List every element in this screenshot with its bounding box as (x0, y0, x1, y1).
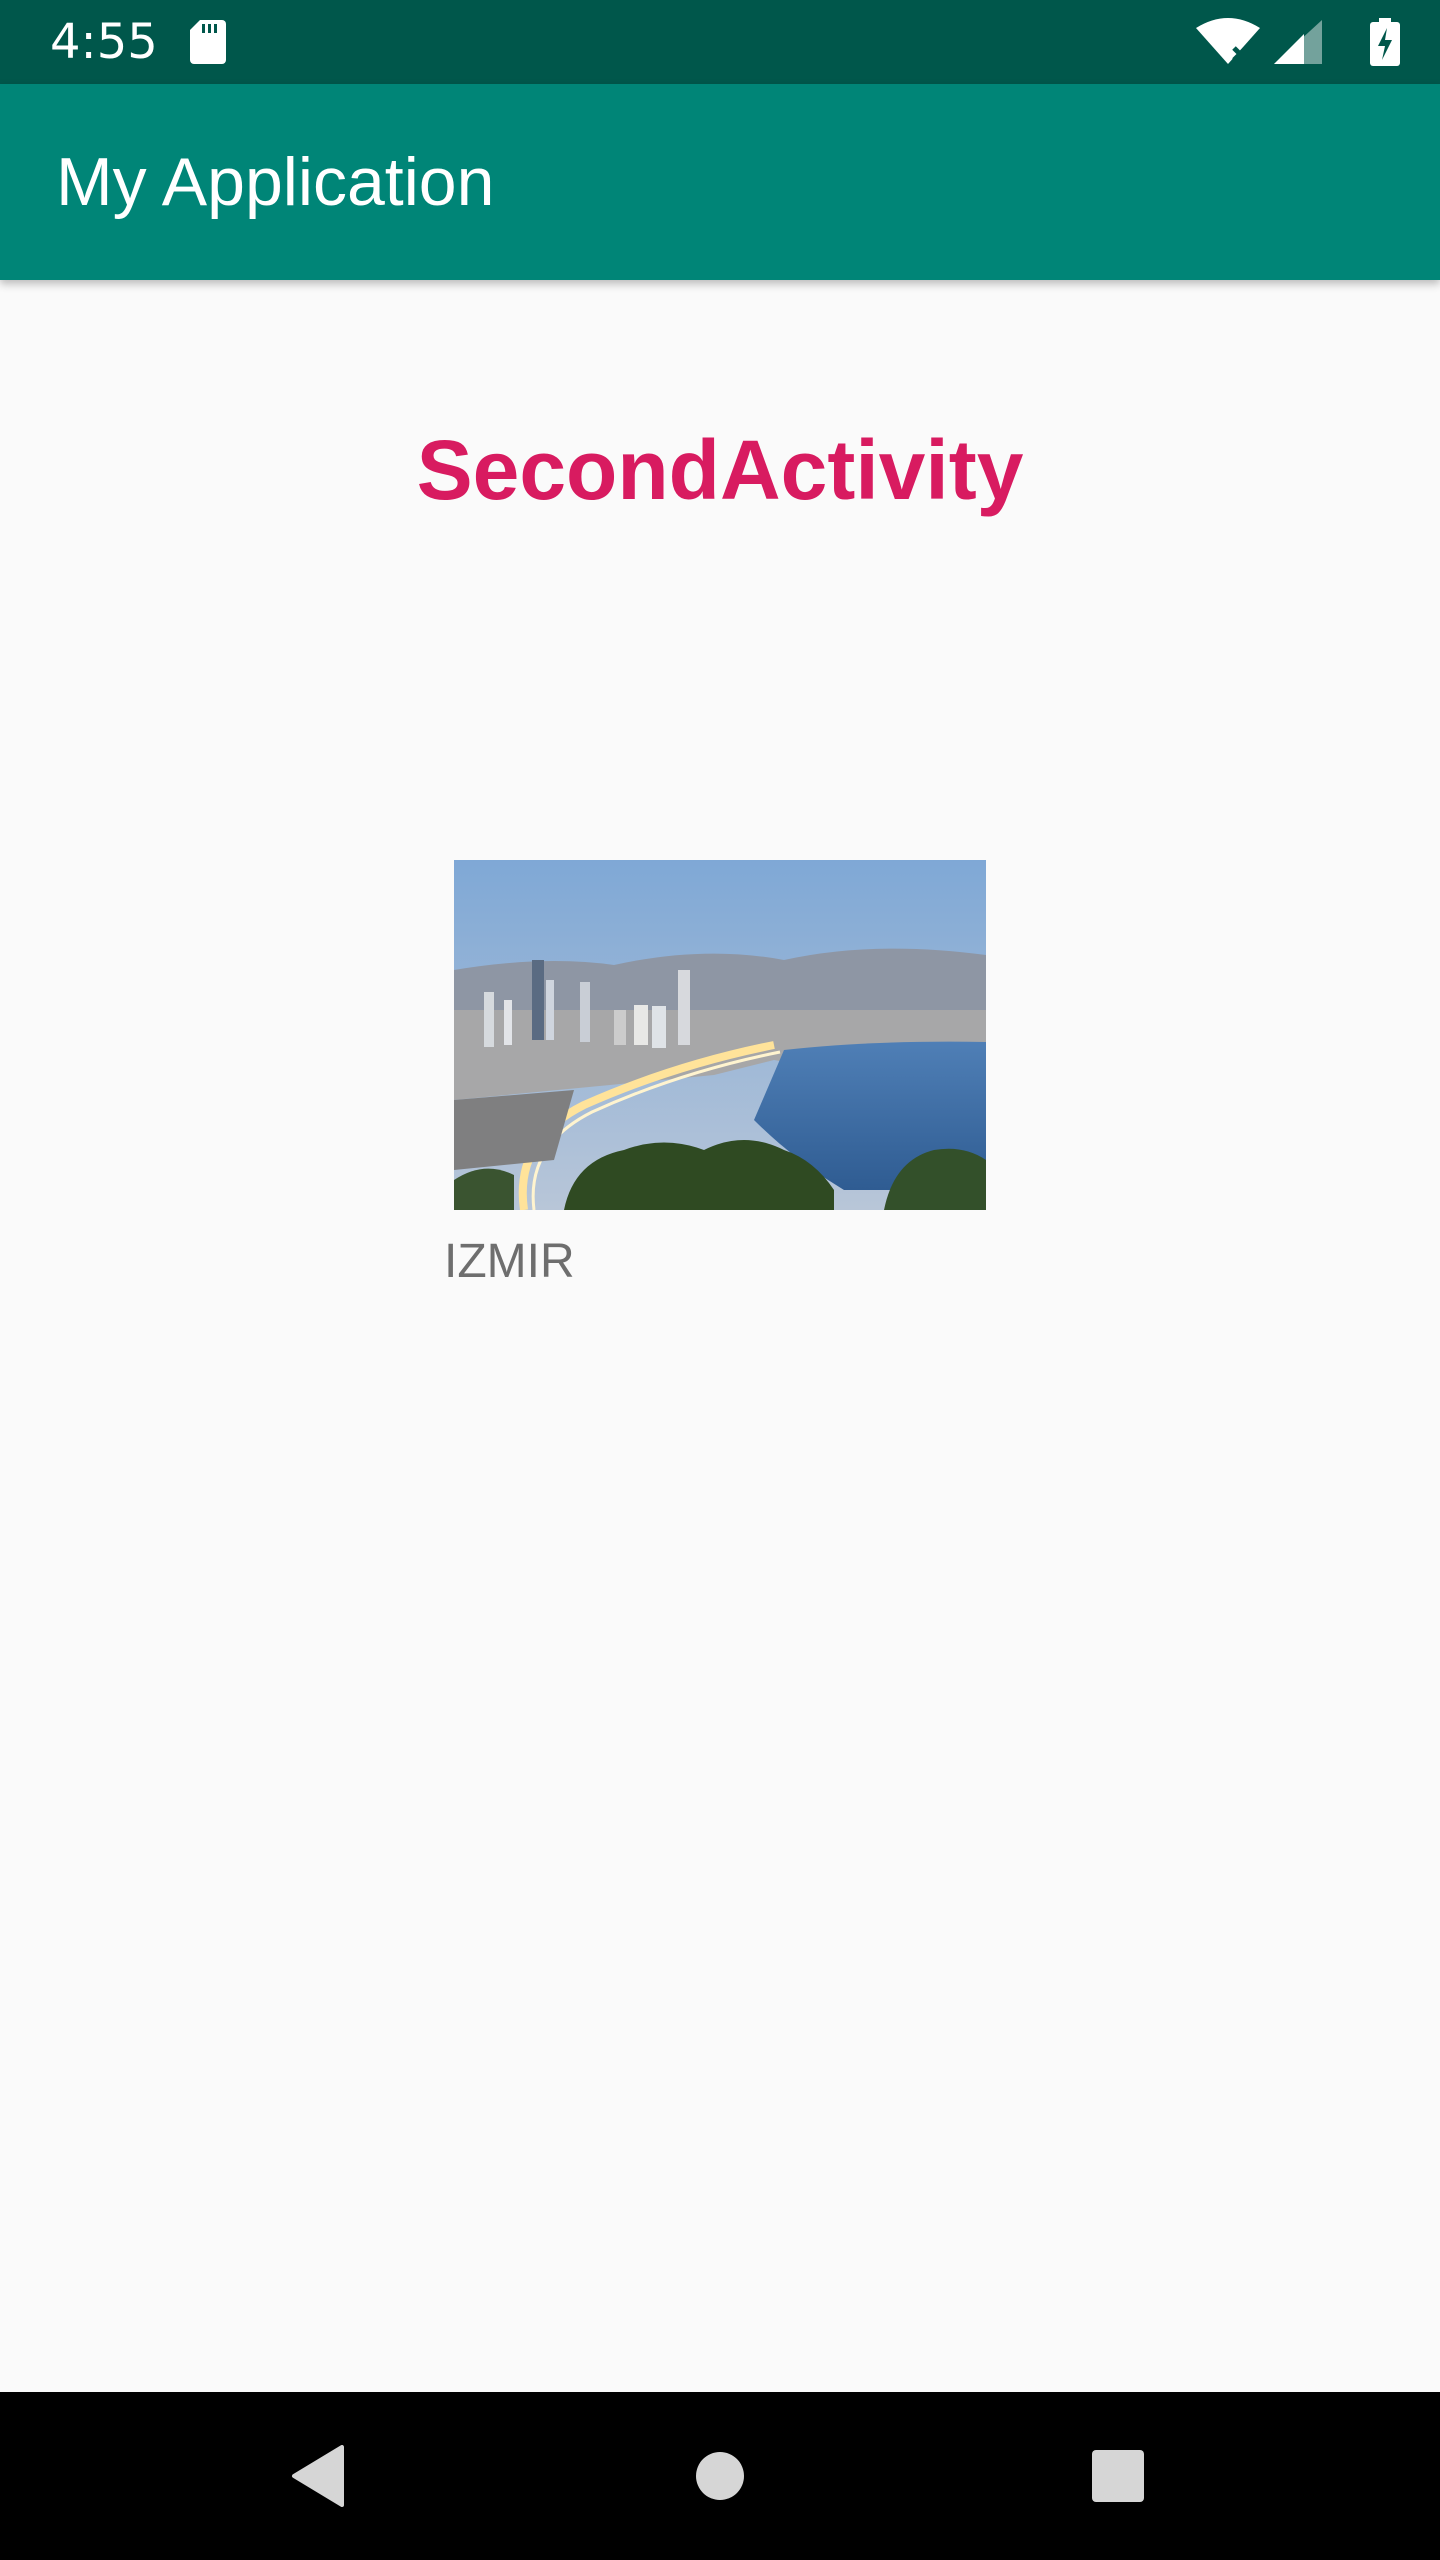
status-icons (1180, 18, 1400, 66)
battery-charging-icon (1370, 18, 1400, 66)
home-button[interactable] (680, 2436, 760, 2516)
city-label: IZMIR (444, 1235, 575, 1288)
sd-card-icon (190, 20, 226, 64)
home-icon (696, 2452, 744, 2500)
app-title: My Application (56, 144, 495, 220)
wifi-off-icon (1196, 18, 1260, 64)
status-time: 4:55 (50, 14, 158, 70)
recents-icon (1092, 2450, 1144, 2502)
app-bar: My Application (0, 84, 1440, 280)
screen: 4:55 My Application SecondActivity IZMIR (0, 0, 1440, 2560)
main-content: SecondActivity IZMIR (0, 280, 1440, 2392)
city-image (454, 860, 986, 1210)
status-bar: 4:55 (0, 0, 1440, 84)
back-button[interactable] (278, 2436, 358, 2516)
recents-button[interactable] (1078, 2436, 1158, 2516)
cell-signal-icon (1274, 20, 1322, 64)
back-icon (292, 2445, 344, 2507)
navigation-bar (0, 2392, 1440, 2560)
activity-title: SecondActivity (416, 423, 1024, 517)
